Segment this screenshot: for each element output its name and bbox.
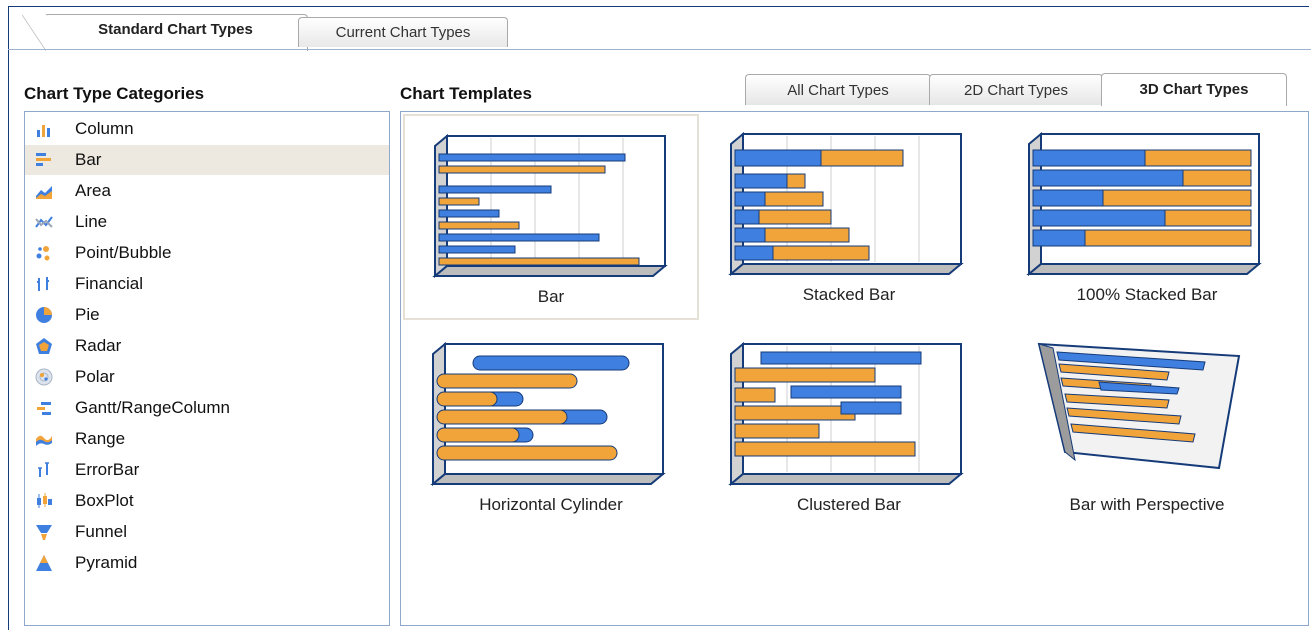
template-label: 100% Stacked Bar [1076, 285, 1218, 304]
category-item-area[interactable]: Area [25, 176, 389, 206]
horizontal-cylinder-template-thumbnail [430, 341, 666, 487]
category-list: Column Bar Area Line Point/Bubble Financ… [24, 111, 390, 626]
area-chart-icon [36, 186, 52, 199]
category-item-column[interactable]: Column [25, 114, 389, 144]
category-label: Pyramid [75, 553, 138, 572]
radar-chart-icon [36, 338, 52, 354]
category-item-bar[interactable]: Bar [25, 145, 389, 175]
category-label: Gantt/RangeColumn [75, 398, 230, 417]
category-label: Pie [75, 305, 100, 324]
100-stacked-bar-template-thumbnail [1026, 131, 1262, 277]
financial-chart-icon [37, 277, 49, 291]
category-label: Column [75, 119, 134, 138]
category-label: Radar [75, 336, 122, 355]
tab-current-chart-types[interactable]: Current Chart Types [298, 17, 508, 47]
category-item-pyramid[interactable]: Pyramid [25, 548, 389, 578]
category-item-line[interactable]: Line [25, 207, 389, 237]
category-label: Range [75, 429, 126, 448]
templates-title: Chart Templates [400, 84, 532, 103]
tab-standard-chart-types[interactable]: Standard Chart Types [22, 14, 308, 51]
categories-title: Chart Type Categories [24, 84, 205, 103]
category-label: Area [75, 181, 111, 200]
polar-chart-icon [35, 368, 53, 386]
category-label: BoxPlot [75, 491, 134, 510]
tab-divider [8, 49, 1311, 50]
category-label: ErrorBar [75, 460, 140, 479]
category-item-errorbar[interactable]: ErrorBar [25, 455, 389, 485]
column-chart-icon [37, 125, 50, 137]
template-horizontal-cylinder[interactable]: Horizontal Cylinder [403, 324, 699, 530]
category-label: Financial [75, 274, 144, 293]
category-item-polar[interactable]: Polar [25, 362, 389, 392]
stacked-bar-template-thumbnail [728, 131, 964, 277]
category-item-gantt[interactable]: Gantt/RangeColumn [25, 393, 389, 423]
pyramid-chart-icon [36, 555, 52, 571]
category-item-radar[interactable]: Radar [25, 331, 389, 361]
category-label: Funnel [75, 522, 127, 541]
tab-3d-chart-types[interactable]: 3D Chart Types [1101, 73, 1287, 106]
bar-chart-icon [36, 153, 51, 166]
pie-chart-icon [36, 307, 52, 323]
category-item-financial[interactable]: Financial [25, 269, 389, 299]
template-100-stacked-bar[interactable]: 100% Stacked Bar [999, 114, 1295, 320]
category-label: Line [75, 212, 108, 231]
category-label: Point/Bubble [75, 243, 172, 262]
clustered-bar-template-thumbnail [728, 341, 964, 487]
template-stacked-bar[interactable]: Stacked Bar [701, 114, 997, 320]
template-bar-with-perspective[interactable]: Bar with Perspective [999, 324, 1295, 530]
category-item-pie[interactable]: Pie [25, 300, 389, 330]
template-label: Bar [537, 287, 565, 306]
template-label: Stacked Bar [802, 285, 896, 304]
template-label: Horizontal Cylinder [479, 495, 623, 514]
funnel-chart-icon [36, 525, 52, 540]
category-label: Bar [75, 150, 102, 169]
category-item-range[interactable]: Range [25, 424, 389, 454]
template-label: Clustered Bar [797, 495, 901, 514]
line-chart-icon [35, 216, 53, 228]
gantt-chart-icon [37, 402, 51, 415]
category-item-boxplot[interactable]: BoxPlot [25, 486, 389, 516]
bar-with-perspective-template-thumbnail [1037, 342, 1241, 470]
category-item-point-bubble[interactable]: Point/Bubble [25, 238, 389, 268]
category-item-funnel[interactable]: Funnel [25, 517, 389, 547]
template-bar[interactable]: Bar [403, 114, 699, 320]
template-clustered-bar[interactable]: Clustered Bar [701, 324, 997, 530]
range-chart-icon [36, 435, 52, 446]
template-label: Bar with Perspective [1069, 495, 1225, 514]
point-bubble-chart-icon [36, 246, 50, 261]
category-label: Polar [75, 367, 115, 386]
bar-template-thumbnail [432, 133, 668, 279]
boxplot-chart-icon [37, 493, 52, 508]
tab-all-chart-types[interactable]: All Chart Types [745, 74, 931, 105]
errorbar-chart-icon [38, 462, 49, 477]
tab-2d-chart-types[interactable]: 2D Chart Types [929, 74, 1103, 105]
template-gallery: Bar Stacked Bar 100% Stacked Bar Horizon… [400, 111, 1309, 626]
